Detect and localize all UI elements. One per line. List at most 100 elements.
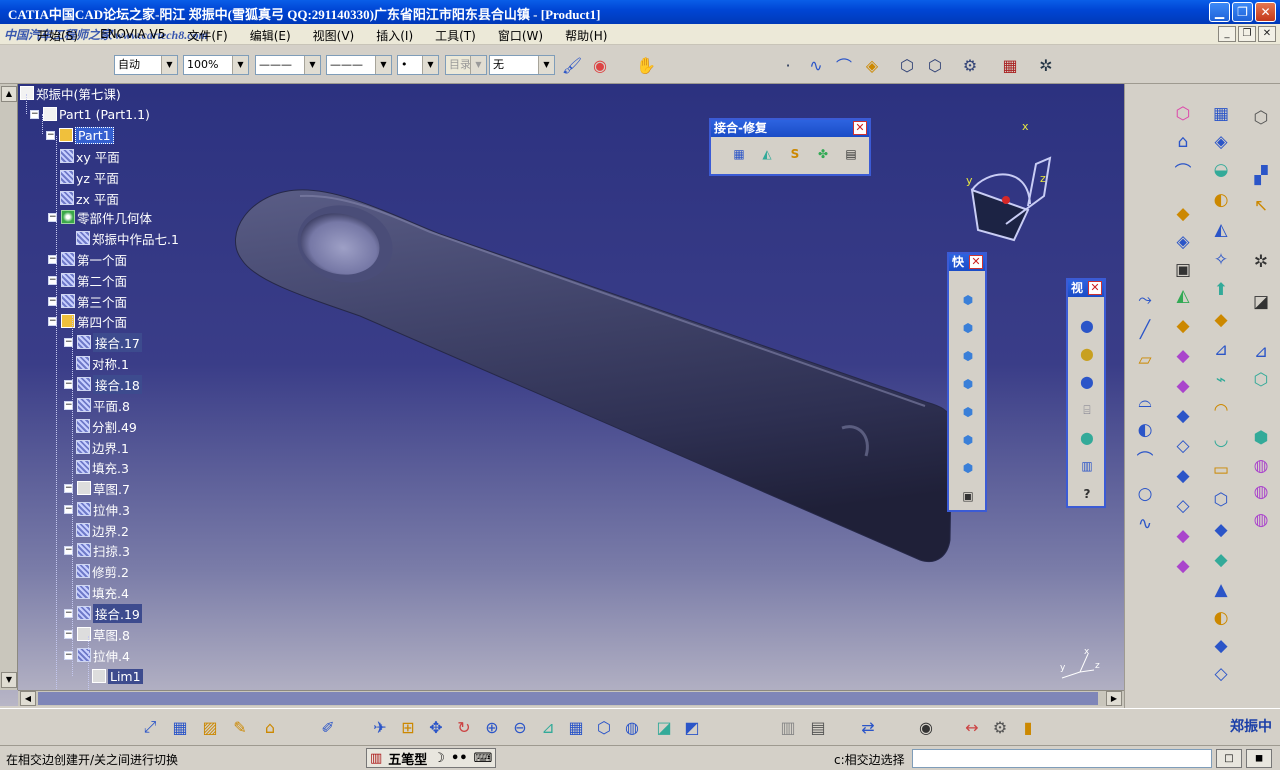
camera-icon[interactable]: ◉: [914, 715, 938, 739]
workbench-tool-icon[interactable]: ⊿: [1249, 340, 1273, 364]
workbench-tool-icon[interactable]: ⬡: [1209, 488, 1233, 512]
assembly-icon[interactable]: ⚙: [958, 53, 982, 77]
engine-icon[interactable]: ⚙: [988, 715, 1012, 739]
custom-view-icon[interactable]: ?: [1075, 482, 1099, 506]
healing-icon[interactable]: ◭: [755, 142, 779, 166]
update-icon[interactable]: ⌂: [258, 715, 282, 739]
point-icon[interactable]: ·: [776, 53, 800, 77]
tree-node[interactable]: − 第一个面: [48, 250, 127, 268]
pan-icon[interactable]: ✥: [424, 715, 448, 739]
zoom-in-icon[interactable]: ⊕: [480, 715, 504, 739]
tree-node[interactable]: zx 平面: [60, 189, 119, 207]
moon-icon[interactable]: ☽: [433, 751, 445, 766]
tree-node[interactable]: 填充.4: [76, 583, 129, 601]
view-top-icon[interactable]: ⬢: [956, 428, 980, 452]
workbench-tool-icon[interactable]: ⬡: [1171, 102, 1195, 126]
tree-node[interactable]: xy 平面: [60, 147, 120, 165]
menu-item[interactable]: 视图(V): [302, 27, 366, 44]
workbench-tool-icon[interactable]: ◆: [1171, 202, 1195, 226]
view-back-icon[interactable]: ⬡: [923, 53, 947, 77]
shading-edges-icon[interactable]: ⬤: [1075, 342, 1099, 366]
menu-item[interactable]: 编辑(E): [239, 27, 302, 44]
doc-minimize-button[interactable]: _: [1218, 26, 1236, 42]
tree-node[interactable]: − 零部件几何体: [48, 208, 152, 226]
workbench-tool-icon[interactable]: ✧: [1209, 248, 1233, 272]
workbench-tool-icon[interactable]: ⬡: [1249, 106, 1273, 130]
tree-node[interactable]: 郑振中(第七课): [20, 84, 121, 102]
workbench-tool-icon[interactable]: ∿: [1133, 512, 1157, 536]
workbench-tool-icon[interactable]: ◆: [1171, 464, 1195, 488]
3d-viewport[interactable]: y x z y x z 郑振中(第七课) − Part1 (Part1.1) − Par…: [0, 84, 1124, 706]
compass-tool-icon[interactable]: ✲: [1034, 53, 1058, 77]
tree-node[interactable]: − 第二个面: [48, 271, 127, 289]
menu-item[interactable]: ENOVIA V5: [89, 27, 176, 44]
workbench-tool-icon[interactable]: ↖: [1249, 194, 1273, 218]
sketch-icon[interactable]: ✎: [228, 715, 252, 739]
zoom-out-icon[interactable]: ⊖: [508, 715, 532, 739]
punctuation-icon[interactable]: ••: [451, 751, 468, 766]
workbench-tool-icon[interactable]: ▲: [1209, 578, 1233, 602]
tree-node[interactable]: − Part1 (Part1.1): [30, 105, 150, 123]
workbench-tool-icon[interactable]: ◆: [1209, 518, 1233, 542]
workbench-tool-icon[interactable]: ◍: [1249, 480, 1273, 504]
tree-node[interactable]: − 草图.7: [64, 479, 130, 497]
wireframe-icon[interactable]: ⌸: [1075, 398, 1099, 422]
tree-node[interactable]: − 接合.19: [64, 603, 142, 623]
ime-toolbar[interactable]: ▥ 五笔型 ☽ •• ⌨: [366, 748, 497, 768]
workbench-tool-icon[interactable]: ◆: [1209, 308, 1233, 332]
workbench-tool-icon[interactable]: ◆: [1171, 314, 1195, 338]
view-back-icon[interactable]: ⬢: [956, 344, 980, 368]
workbench-tool-icon[interactable]: ◐: [1209, 188, 1233, 212]
select-icon[interactable]: ▨: [198, 715, 222, 739]
scroll-thumb[interactable]: [38, 692, 1098, 705]
view-right-icon[interactable]: ⬢: [956, 400, 980, 424]
view-front-icon[interactable]: ⬢: [956, 316, 980, 340]
analysis-icon[interactable]: ▥: [776, 715, 800, 739]
tree-node[interactable]: 填充.3: [76, 458, 129, 476]
scroll-left-icon[interactable]: ◀: [20, 691, 36, 706]
multi-view-icon[interactable]: ▦: [564, 715, 588, 739]
grid-icon[interactable]: ▦: [998, 53, 1022, 77]
tree-node[interactable]: − 平面.8: [64, 396, 130, 414]
command-ok-button[interactable]: □: [1216, 749, 1242, 768]
view-iso-icon[interactable]: ⬢: [956, 288, 980, 312]
measure-icon[interactable]: ✐: [316, 715, 340, 739]
tree-node[interactable]: − 第四个面: [48, 312, 127, 330]
workbench-tool-icon[interactable]: ⌓: [1133, 390, 1157, 414]
line-type-combo[interactable]: ——— ▼: [255, 55, 321, 75]
workbench-tool-icon[interactable]: ▣: [1171, 258, 1195, 282]
workbench-tool-icon[interactable]: ▞: [1249, 164, 1273, 188]
tree-node[interactable]: − 扫掠.3: [64, 541, 130, 559]
curve-smooth-icon[interactable]: S: [783, 142, 807, 166]
layer-combo[interactable]: 目录 ▼: [445, 55, 487, 75]
hidden-line-icon[interactable]: ▥: [1075, 454, 1099, 478]
tree-vertical-scrollbar[interactable]: ▲ ▼: [0, 84, 18, 690]
knowledge-icon[interactable]: ✋: [634, 53, 658, 77]
point-symbol-combo[interactable]: • ▼: [397, 55, 439, 75]
workbench-tool-icon[interactable]: ◆: [1171, 344, 1195, 368]
workbench-tool-icon[interactable]: ◠: [1209, 398, 1233, 422]
workbench-tool-icon[interactable]: ◇: [1171, 434, 1195, 458]
menu-item[interactable]: 插入(I): [365, 27, 424, 44]
workbench-tool-icon[interactable]: ◐: [1133, 418, 1157, 442]
dimension-icon[interactable]: ↔: [960, 715, 984, 739]
workbench-tool-icon[interactable]: ⌒: [1171, 158, 1195, 183]
battery-icon[interactable]: ▮: [1016, 715, 1040, 739]
swap-space-icon[interactable]: ◩: [680, 715, 704, 739]
workbench-tool-icon[interactable]: ◆: [1209, 634, 1233, 658]
join-icon[interactable]: ▦: [727, 142, 751, 166]
tree-node[interactable]: − 接合.18: [64, 374, 142, 394]
spline-icon[interactable]: ∿: [804, 53, 828, 77]
material-combo[interactable]: 无 ▼: [489, 55, 555, 75]
hide-show-icon[interactable]: ◪: [652, 715, 676, 739]
menu-item[interactable]: 工具(T): [424, 27, 487, 44]
surface-icon[interactable]: ◈: [860, 53, 884, 77]
workbench-tool-icon[interactable]: ⬢: [1249, 426, 1273, 450]
workbench-tool-icon[interactable]: ◆: [1209, 548, 1233, 572]
workbench-tool-icon[interactable]: ▱: [1133, 348, 1157, 372]
menu-item[interactable]: 窗口(W): [487, 27, 554, 44]
tree-node[interactable]: yz 平面: [60, 168, 119, 186]
scroll-down-icon[interactable]: ▼: [1, 672, 17, 688]
tree-node[interactable]: − 拉伸.3: [64, 500, 130, 518]
workbench-tool-icon[interactable]: ◇: [1171, 494, 1195, 518]
